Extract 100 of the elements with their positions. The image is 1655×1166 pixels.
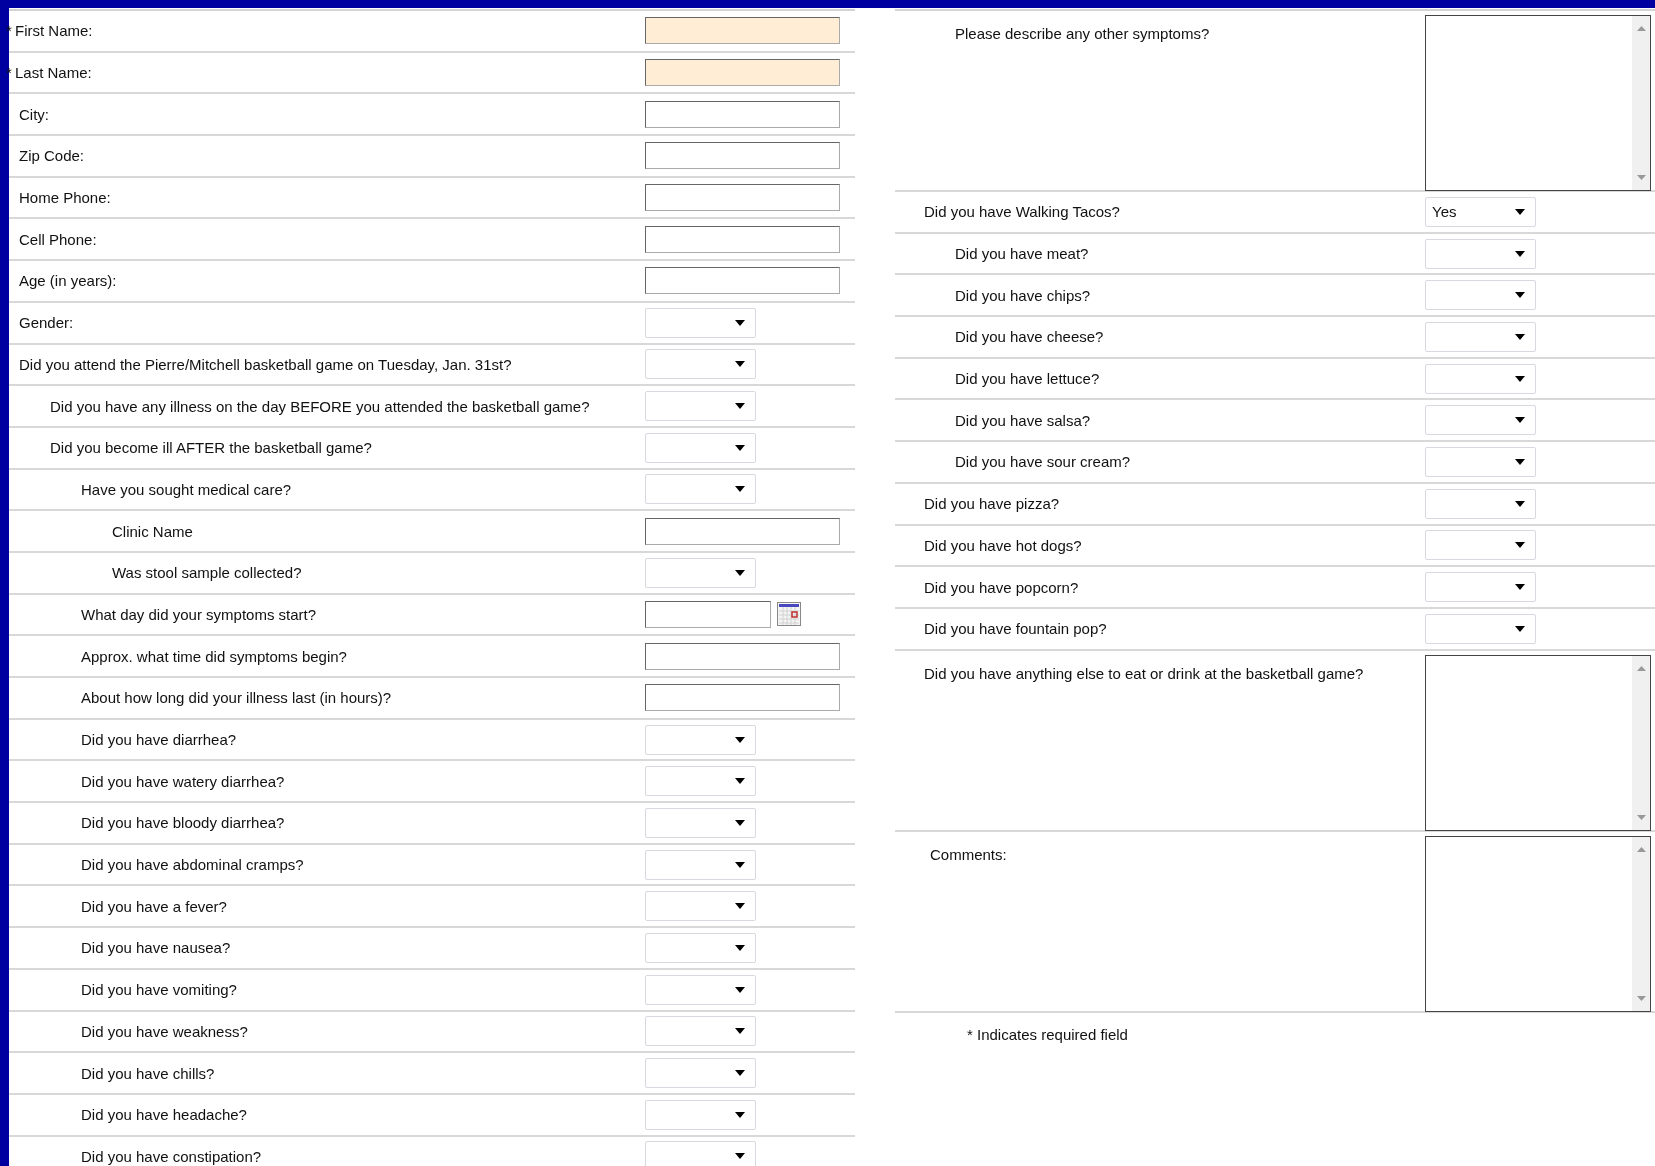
caret-icon (735, 1028, 745, 1035)
caret-icon (735, 778, 745, 785)
dropdown[interactable] (645, 1058, 756, 1089)
scroll-down-icon[interactable] (1636, 175, 1646, 180)
field-label: Did you have pizza? (924, 495, 1060, 513)
dropdown[interactable] (1425, 405, 1536, 436)
dropdown[interactable] (645, 349, 756, 380)
field-label: Have you sought medical care? (81, 480, 292, 498)
field-label: Last Name: (15, 64, 92, 82)
field-label: Did you have watery diarrhea? (81, 772, 285, 790)
text-field[interactable] (645, 184, 840, 212)
scroll-up-icon[interactable] (1636, 665, 1646, 671)
dropdown[interactable] (645, 807, 756, 838)
field-label: Did you have constipation? (81, 1147, 262, 1165)
dropdown[interactable] (645, 557, 756, 588)
field-label: Did you have Walking Tacos? (924, 203, 1120, 221)
dropdown[interactable] (645, 766, 756, 797)
dropdown[interactable]: Yes (1425, 196, 1536, 227)
scroll-up-icon[interactable] (1636, 26, 1646, 31)
caret-icon (735, 1111, 745, 1118)
calendar-icon[interactable] (777, 602, 801, 627)
text-area[interactable] (1425, 15, 1651, 191)
dropdown[interactable] (645, 307, 756, 338)
dropdown[interactable] (645, 1141, 756, 1166)
field-label: Cell Phone: (19, 230, 97, 248)
dropdown[interactable] (1425, 613, 1536, 644)
scrollbar[interactable] (1632, 16, 1650, 190)
field-label: Did you have a fever? (81, 897, 227, 915)
dropdown[interactable] (1425, 363, 1536, 394)
caret-icon (1515, 292, 1525, 299)
dropdown[interactable] (1425, 488, 1536, 519)
field-label: Did you have lettuce? (955, 370, 1100, 388)
text-field[interactable] (645, 142, 840, 170)
field-label: Did you become ill AFTER the basketball game? (50, 439, 372, 457)
caret-icon (735, 944, 745, 951)
field-label: About how long did your illness last (in hours)? (81, 689, 392, 707)
dropdown[interactable] (645, 1099, 756, 1130)
dropdown[interactable] (645, 432, 756, 463)
caret-icon (1515, 584, 1525, 591)
field-label: Comments: (930, 845, 1007, 863)
dropdown[interactable] (1425, 530, 1536, 561)
dropdown[interactable] (645, 724, 756, 755)
field-label: What day did your symptoms start? (81, 605, 317, 623)
field-label: Did you have bloody diarrhea? (81, 814, 285, 832)
text-field[interactable] (645, 225, 840, 253)
field-label: Did you have chips? (955, 286, 1091, 304)
field-label: Gender: (19, 314, 74, 332)
text-field[interactable] (645, 517, 840, 545)
field-label: Did you have diarrhea? (81, 731, 237, 749)
field-label: Did you have popcorn? (924, 578, 1079, 596)
field-label: Did you have nausea? (81, 939, 231, 957)
field-label: Did you have chills? (81, 1064, 215, 1082)
field-label: Zip Code: (19, 147, 85, 165)
dropdown[interactable] (645, 391, 756, 422)
dropdown[interactable] (1425, 572, 1536, 603)
scroll-up-icon[interactable] (1636, 846, 1646, 852)
field-label: Did you have anything else to eat or drink at the basketball game? (924, 664, 1364, 682)
dropdown[interactable] (645, 891, 756, 922)
caret-icon (1515, 625, 1525, 632)
caret-icon (735, 486, 745, 493)
scrollbar[interactable] (1632, 655, 1650, 830)
caret-icon (735, 361, 745, 368)
text-field[interactable] (645, 17, 840, 45)
dropdown[interactable] (1425, 321, 1536, 352)
caret-icon (735, 903, 745, 910)
field-label: Age (in years): (19, 272, 117, 290)
field-label: Did you have abdominal cramps? (81, 856, 304, 874)
scrollbar[interactable] (1632, 836, 1650, 1011)
dropdown[interactable] (645, 474, 756, 505)
field-label: Did you have sour cream? (955, 453, 1131, 471)
caret-icon (1515, 250, 1525, 257)
dropdown[interactable] (645, 932, 756, 963)
field-label: Did you have weakness? (81, 1022, 248, 1040)
field-label: Home Phone: (19, 189, 111, 207)
dropdown[interactable] (1425, 280, 1536, 311)
field-label: Was stool sample collected? (112, 564, 302, 582)
field-label: Approx. what time did symptoms begin? (81, 647, 347, 665)
dropdown[interactable] (645, 1016, 756, 1047)
text-field[interactable] (645, 684, 840, 712)
caret-icon (735, 319, 745, 326)
dropdown[interactable] (645, 849, 756, 880)
caret-icon (1515, 542, 1525, 549)
caret-icon (735, 861, 745, 868)
caret-icon (735, 569, 745, 576)
field-label: Did you attend the Pierre/Mitchell basketball game on Tuesday, Jan. 31st? (19, 355, 512, 373)
scroll-down-icon[interactable] (1636, 814, 1646, 820)
dropdown[interactable] (645, 974, 756, 1005)
caret-icon (735, 1070, 745, 1077)
dropdown[interactable] (1425, 446, 1536, 477)
text-field[interactable] (645, 59, 840, 87)
field-label: Did you have meat? (955, 245, 1089, 263)
text-field[interactable] (645, 642, 840, 670)
caret-icon (735, 986, 745, 993)
date-field[interactable] (645, 600, 771, 628)
text-field[interactable] (645, 100, 840, 128)
text-field[interactable] (645, 267, 840, 295)
caret-icon (1515, 458, 1525, 465)
dropdown[interactable] (1425, 238, 1536, 269)
scroll-down-icon[interactable] (1636, 995, 1646, 1001)
field-label: Clinic Name (112, 522, 193, 540)
